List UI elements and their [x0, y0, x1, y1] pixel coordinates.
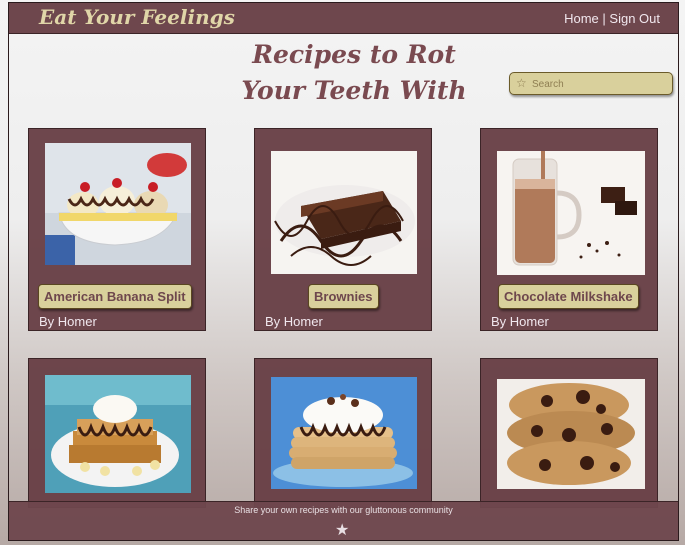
page-title: Recipes to Rot Your Teeth With	[189, 37, 519, 109]
page-title-line-2: Your Teeth With	[241, 76, 467, 105]
nav-separator: |	[602, 11, 606, 26]
footer-tagline: Share your own recipes with our gluttono…	[234, 505, 453, 515]
recipe-card[interactable]	[480, 358, 658, 508]
recipe-card[interactable]: Brownies By Homer	[254, 128, 432, 331]
recipe-author: By Homer	[491, 314, 549, 329]
app-frame: Eat Your Feelings Home | Sign Out Recipe…	[8, 2, 679, 541]
recipe-author: By Homer	[39, 314, 97, 329]
search-input[interactable]	[530, 75, 669, 94]
recipe-image-cookies[interactable]	[497, 379, 645, 489]
recipe-title-button[interactable]: American Banana Split	[38, 284, 192, 309]
recipe-card[interactable]	[28, 358, 206, 508]
recipe-card[interactable]: Chocolate Milkshake By Homer	[480, 128, 658, 331]
footer-bar: Share your own recipes with our gluttono…	[9, 501, 678, 540]
top-navbar: Eat Your Feelings Home | Sign Out	[9, 3, 678, 34]
recipe-image-banana-split[interactable]	[45, 143, 191, 265]
recipe-title-button[interactable]: Brownies	[308, 284, 379, 309]
recipe-author: By Homer	[265, 314, 323, 329]
sign-out-link[interactable]: Sign Out	[609, 11, 660, 26]
search-box[interactable]: ☆	[509, 72, 673, 95]
recipe-image-waffles[interactable]	[45, 375, 191, 493]
recipe-card[interactable]	[254, 358, 432, 508]
page-title-line-1: Recipes to Rot	[252, 40, 456, 69]
recipe-title-button[interactable]: Chocolate Milkshake	[498, 284, 639, 309]
star-icon[interactable]: ★	[335, 520, 349, 539]
brand-logo[interactable]: Eat Your Feelings	[39, 5, 235, 29]
recipe-card[interactable]: American Banana Split By Homer	[28, 128, 206, 331]
nav-links: Home | Sign Out	[564, 11, 660, 26]
home-link[interactable]: Home	[564, 11, 599, 26]
recipe-image-chocolate-milkshake[interactable]	[497, 151, 645, 275]
star-icon: ☆	[516, 76, 527, 90]
recipe-image-pancakes[interactable]	[271, 377, 417, 489]
recipe-image-brownies[interactable]	[271, 151, 417, 274]
